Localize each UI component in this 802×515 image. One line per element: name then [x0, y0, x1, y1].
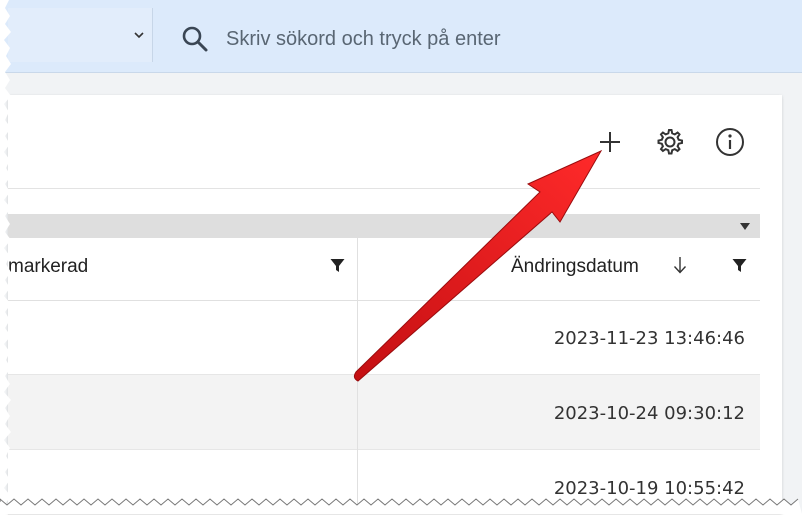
info-icon[interactable]: [714, 126, 746, 158]
column-divider: [357, 300, 358, 514]
table-header: [8, 238, 760, 301]
top-bar: [0, 0, 802, 73]
table-row[interactable]: 2023-10-24 09:30:12: [8, 375, 760, 450]
torn-edge-left: [0, 0, 11, 514]
filter-icon[interactable]: [330, 258, 345, 273]
date-cell: 2023-11-23 13:46:46: [553, 328, 745, 349]
column-header-andringsdatum[interactable]: Ändringsdatum: [511, 256, 639, 278]
plus-icon[interactable]: [594, 126, 626, 158]
gear-icon[interactable]: [654, 126, 686, 158]
scope-dropdown[interactable]: [8, 8, 153, 62]
search-icon[interactable]: [180, 24, 210, 54]
table-row[interactable]: 2023-11-23 13:46:46: [8, 300, 760, 375]
torn-edge-bottom: [0, 498, 802, 514]
date-cell: 2023-10-24 09:30:12: [553, 403, 745, 424]
chevron-down-icon: [134, 32, 144, 39]
sort-descending-icon[interactable]: [672, 254, 688, 276]
toolbar-divider: [8, 188, 760, 189]
group-bar[interactable]: [8, 214, 760, 238]
search-input[interactable]: [224, 22, 768, 56]
column-header-markerad[interactable]: markerad: [8, 256, 88, 278]
caret-down-icon[interactable]: [740, 223, 750, 230]
filter-icon[interactable]: [732, 258, 747, 273]
